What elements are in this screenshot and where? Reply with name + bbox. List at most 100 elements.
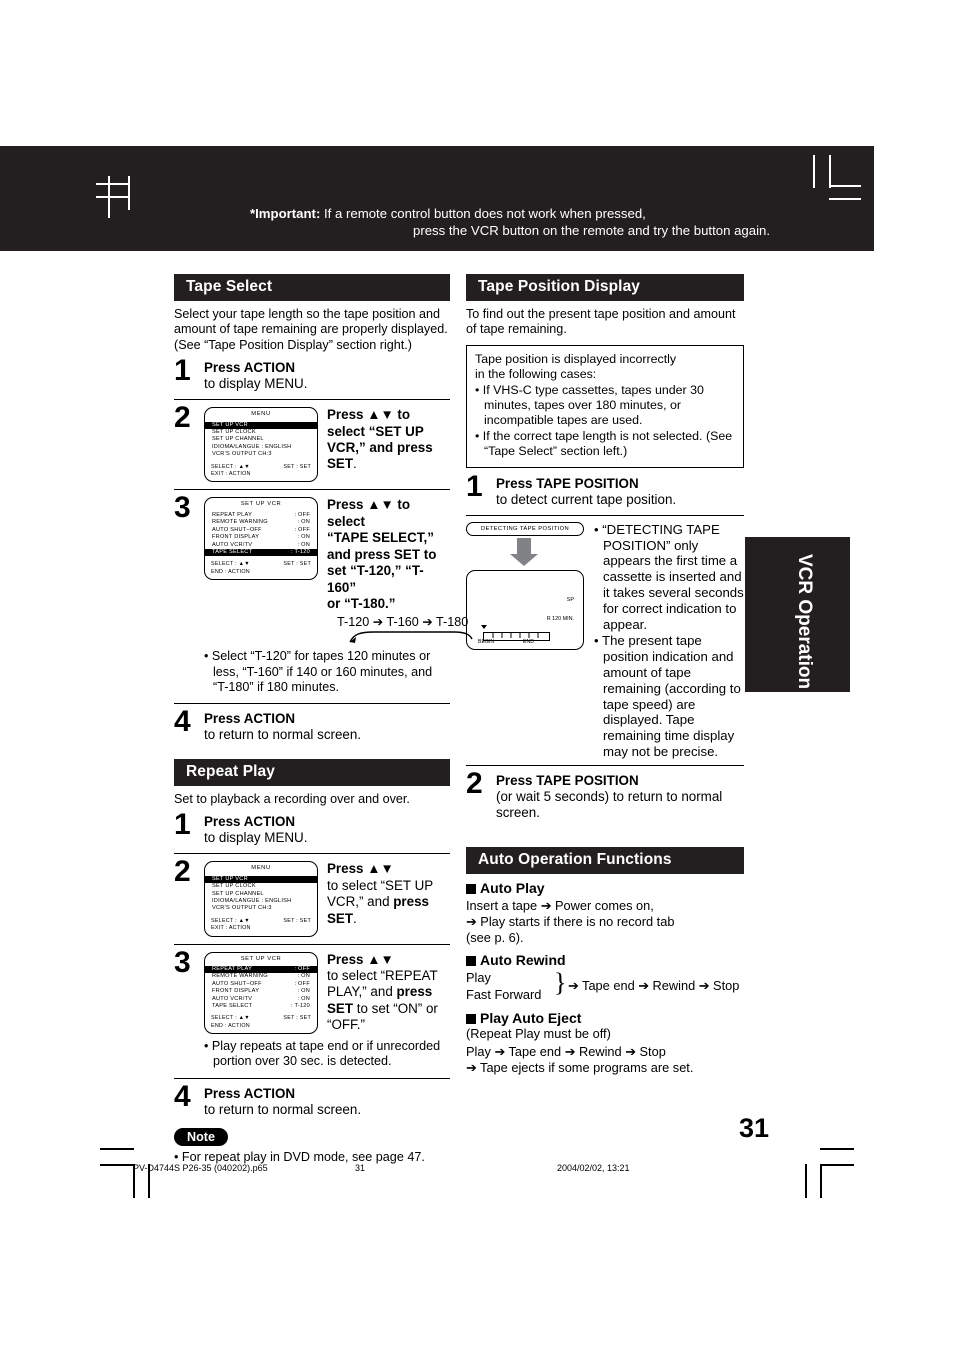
tape-position-graphic-and-notes: DETECTING TAPE POSITION SP R 120 MIN. BE… [466,521,744,761]
repeat-play-step-3: 3 SET UP VCR REPEAT PLAY : OFF REMOTE WAR… [174,947,450,1070]
bullet-square-icon [466,883,476,894]
tape-select-step-1: 1 Press ACTION to display MENU. [174,356,450,392]
divider [174,943,450,945]
osd-row-label: AUTO VCR/TV [212,995,253,1002]
rp-step3-line3-pre: PLAY,” and [327,984,397,1000]
osd-row-value: : ON [297,534,310,541]
tape-select-step-2: 2 MENU SET UP VCR SET UP CLOCK SET UP CH… [174,403,450,483]
section-header-tape-position-display: Tape Position Display [466,274,744,301]
step-action-bold: Press ACTION [204,814,296,830]
osd-row: TAPE SELECT: T-120 [205,1003,317,1010]
rp-step3-line5: “OFF.” [327,1017,365,1033]
osd-row-value: : ON [297,519,310,526]
tape-select-intro-2: (See “Tape Position Display” section rig… [174,337,412,352]
bullet-square-icon [466,1013,476,1024]
divider [174,1077,450,1079]
osd-row-value: : ON [297,995,310,1002]
osd-foot-set: SET : SET [283,1015,311,1022]
step-number: 4 [174,704,191,738]
important-line2: press the VCR button on the remote and t… [412,223,770,238]
repeat-play-step-3-bullet: • Play repeats at tape end or if unrecor… [204,1039,441,1069]
warning-box: Tape position is displayed incorrectly i… [466,344,744,468]
note-badge: Note [174,1127,228,1146]
osd-row: SET UP CHANNEL [212,436,264,443]
osd-foot-end: END : ACTION [211,568,250,575]
osd-row-value: : OFF [294,511,310,518]
tape-length-cycle: T-120 ➔ T-160 ➔ T-180 [204,614,473,644]
osd-row: REMOTE WARNING: ON [205,519,317,526]
important-notice: *Important: If a remote control button d… [250,205,770,239]
osd-footer: SELECT : ▲▼ SET : SET END : ACTION [205,1015,317,1030]
osd-row-label: FRONT DISPLAY [212,988,260,995]
crop-mark-right-horizontal [829,185,861,187]
rp-step2-line3-pre: VCR,” and [327,894,394,910]
osd-foot-select: SELECT : ▲▼ [211,917,250,924]
osd-foot-exit: EXIT : ACTION [211,925,251,932]
crop-mark-right-vertical-2 [829,155,831,188]
cycle-loop-arrow-icon [349,631,473,644]
osd-row-label: REMOTE WARNING [212,973,268,980]
section-header-auto-operation: Auto Operation Functions [466,846,744,874]
osd-row: IDIOMA/LANGUE : ENGLISH [212,897,292,904]
crop-mark-bottom-right-v1 [805,1164,807,1198]
osd-foot-set: SET : SET [283,463,311,470]
tape-select-step-3-text: Press ▲▼ to select “TAPE SELECT,” and pr… [327,497,450,612]
rp-step3-line1: Press ▲▼ [327,951,394,967]
play-auto-eject-sub: (Repeat Play must be off) [466,1025,611,1041]
osd-row-label: AUTO SHUT–OFF [212,980,262,987]
osd-row-label: REPEAT PLAY [212,965,253,972]
down-arrow-icon [466,536,582,568]
tape-select-step-3-bullet: • Select “T-120” for tapes 120 minutes o… [204,649,433,694]
osd-row-selected: TAPE SELECT : T-120 [205,548,317,557]
osd-row: SET UP VCR [205,875,317,884]
osd-row-value: : OFF [294,965,310,972]
step3-press-set: press SET [354,546,421,562]
step-action-bold: Press TAPE POSITION [496,772,639,788]
tape-position-tv-screen: SP R 120 MIN. BEGIN END [466,569,584,650]
divider [174,702,450,704]
repeat-play-intro: Set to playback a recording over and ove… [174,791,410,806]
step-number: 3 [174,945,191,979]
warning-bullet-1: • If VHS-C type cassettes, tapes under 3… [475,382,704,427]
crop-mark-right-horizontal-2 [829,198,861,200]
rp-step2-line1: Press ▲▼ [327,861,394,877]
osd-row-label: AUTO SHUT–OFF [212,526,262,533]
osd-row-value: : T-120 [290,548,310,555]
warning-line2: in the following cases: [475,366,597,381]
osd-row-selected: REPEAT PLAY : OFF [205,965,317,974]
osd-row: SET UP CHANNEL [212,890,264,897]
tape-select-step-4: 4 Press ACTION to return to normal scree… [174,706,450,743]
manual-page: *Important: If a remote control button d… [0,0,954,1351]
footer-date: 2004/02/02, 13:21 [557,1163,630,1173]
tape-position-notes: • “DETECTING TAPE POSITION” only appears… [594,522,744,761]
osd-row-value: : OFF [294,980,310,987]
divider [174,489,450,491]
side-tab-vcr-operation: VCR Operation [745,537,850,692]
repeat-play-step-4: 4 Press ACTION to return to normal scree… [174,1081,450,1118]
tape-position-graphic: DETECTING TAPE POSITION SP R 120 MIN. BE… [466,521,584,761]
step-number: 3 [174,491,191,525]
rp-step2-period: . [353,910,357,926]
tape-remaining-label: R 120 MIN. [546,615,574,622]
osd-row: IDIOMA/LANGUE : ENGLISH [212,443,292,450]
osd-row-label: TAPE SELECT [212,548,253,555]
repeat-play-step-2-text: Press ▲▼ to select “SET UP VCR,” and pre… [327,861,433,927]
repeat-play-step-2: 2 MENU SET UP VCR SET UP CLOCK SET UP CH… [174,857,450,937]
osd-row: REPEAT PLAY: OFF [205,512,317,519]
step3-line2: “TAPE SELECT,” [327,530,434,546]
osd-footer: SELECT : ▲▼ SET : SET EXIT : ACTION [205,464,317,479]
divider [466,764,744,766]
osd-row-value: : ON [297,988,310,995]
tape-speed-label: SP [566,596,574,603]
auto-rewind-flow-text: ➔ Tape end ➔ Rewind ➔ Stop [568,977,740,993]
osd-row-label: FRONT DISPLAY [212,534,260,541]
osd-footer: SELECT : ▲▼ SET : SET END : ACTION [205,561,317,576]
osd-row: AUTO VCR/TV: ON [205,542,317,549]
tape-position-bullet-2: • The present tape position indication a… [594,633,741,759]
tape-begin-label: BEGIN [478,638,495,645]
step3-line4: set “T-120,” “T-160” [327,563,424,595]
section-header-repeat-play: Repeat Play [174,758,450,786]
osd-row-value: : ON [297,541,310,548]
osd-title: SET UP VCR [240,955,282,962]
rp-step2-press: press [393,894,429,910]
